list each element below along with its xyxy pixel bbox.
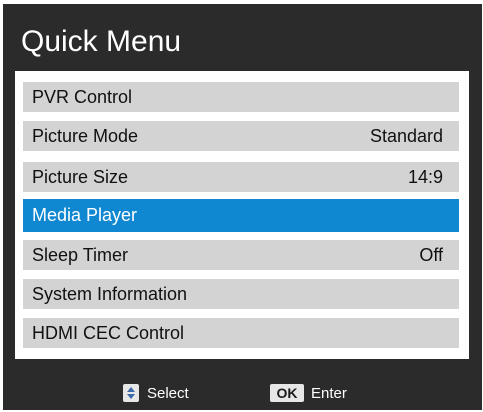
- menu-item-label: Picture Mode: [32, 126, 139, 146]
- up-down-arrows-glyph: [127, 387, 135, 399]
- menu-item-system-information[interactable]: System Information: [23, 279, 459, 309]
- menu-item-label: Picture Size: [32, 167, 129, 187]
- menu-item-sleep-timer[interactable]: Sleep Timer Off: [23, 240, 459, 270]
- up-down-arrows-icon: [123, 384, 139, 402]
- ok-key-icon: OK: [270, 384, 304, 402]
- select-label: Select: [147, 384, 189, 402]
- select-hint: Select: [123, 384, 189, 402]
- menu-item-pvr-control[interactable]: PVR Control: [23, 82, 459, 112]
- footer-hints: Select OK Enter: [0, 376, 483, 410]
- menu-item-picture-size[interactable]: Picture Size 14:9: [23, 162, 459, 192]
- menu-item-media-player[interactable]: Media Player: [23, 199, 459, 232]
- menu-item-label: System Information: [32, 284, 188, 304]
- enter-label: Enter: [311, 384, 347, 402]
- menu-item-label: HDMI CEC Control: [32, 323, 185, 343]
- menu-item-picture-mode[interactable]: Picture Mode Standard: [23, 121, 459, 151]
- menu-item-label: PVR Control: [32, 87, 133, 107]
- menu-item-value: Off: [419, 245, 443, 265]
- menu-item-value: 14:9: [407, 167, 443, 187]
- menu-item-value: Standard: [369, 126, 443, 146]
- menu-item-label: Media Player: [32, 205, 138, 225]
- enter-hint: OK Enter: [270, 384, 347, 402]
- menu-item-label: Sleep Timer: [32, 245, 129, 265]
- menu-item-hdmi-cec-control[interactable]: HDMI CEC Control: [23, 318, 459, 348]
- menu-title: Quick Menu: [21, 25, 182, 58]
